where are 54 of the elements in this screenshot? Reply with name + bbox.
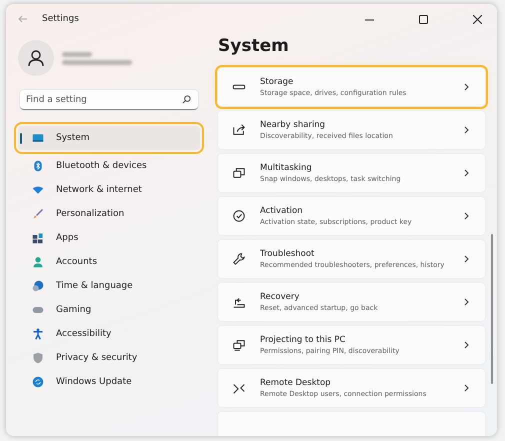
- chevron-icon: [463, 169, 471, 177]
- page-title: System: [218, 36, 290, 56]
- window-title: Settings: [42, 14, 79, 24]
- monitors-icon: [232, 338, 246, 352]
- selection-indicator: [20, 133, 22, 144]
- card-title: Recovery: [260, 292, 300, 302]
- scrollbar[interactable]: [491, 234, 493, 384]
- nav-item[interactable]: Accessibility: [18, 322, 200, 346]
- chevron-icon: [463, 83, 471, 91]
- nav-item[interactable]: Apps: [18, 226, 200, 250]
- card-title: Nearby sharing: [260, 120, 326, 130]
- chevron-icon: [463, 298, 471, 306]
- nav-item[interactable]: System: [18, 126, 200, 150]
- apps-icon: [32, 232, 44, 244]
- wrench-icon: [232, 252, 246, 266]
- nav-item[interactable]: Time & language: [18, 274, 200, 298]
- maximize-icon: [418, 14, 428, 24]
- card-title: Multitasking: [260, 163, 313, 173]
- share-icon: [232, 123, 246, 137]
- nav-item[interactable]: Privacy & security: [18, 346, 200, 370]
- search-field[interactable]: Find a setting: [20, 90, 198, 110]
- chevron-icon: [463, 255, 471, 263]
- recovery-icon: [232, 295, 246, 309]
- back-arrow-icon[interactable]: [18, 14, 28, 24]
- card-title: Remote Desktop: [260, 378, 332, 388]
- bluetooth-icon: [32, 160, 44, 172]
- check-circle-icon: [232, 209, 246, 223]
- avatar[interactable]: [18, 40, 54, 76]
- monitor-icon: [32, 132, 44, 144]
- chevron-icon: [463, 384, 471, 392]
- nav-item[interactable]: Network & internet: [18, 178, 200, 202]
- chevron-icon: [463, 126, 471, 134]
- person-icon: [32, 256, 44, 268]
- search-icon: [182, 95, 191, 104]
- chevron-icon: [463, 341, 471, 349]
- windows-icon: [232, 166, 246, 180]
- accessibility-icon: [32, 328, 44, 340]
- card-title: Projecting to this PC: [260, 335, 346, 345]
- update-icon: [32, 376, 44, 388]
- card-title: Storage: [260, 77, 294, 87]
- wifi-icon: [32, 184, 44, 196]
- nav-item[interactable]: Bluetooth & devices: [18, 154, 200, 178]
- globe-clock-icon: [32, 280, 44, 292]
- nav-item[interactable]: Gaming: [18, 298, 200, 322]
- close-icon: [472, 14, 482, 24]
- nav-item[interactable]: Windows Update: [18, 370, 200, 394]
- card-title: Activation: [260, 206, 304, 216]
- shield-icon: [32, 352, 44, 364]
- nav-item[interactable]: Personalization: [18, 202, 200, 226]
- brush-icon: [32, 208, 44, 220]
- card-title: Troubleshoot: [260, 249, 316, 259]
- nav-item[interactable]: Accounts: [18, 250, 200, 274]
- gamepad-icon: [32, 304, 44, 316]
- chevron-icon: [463, 212, 471, 220]
